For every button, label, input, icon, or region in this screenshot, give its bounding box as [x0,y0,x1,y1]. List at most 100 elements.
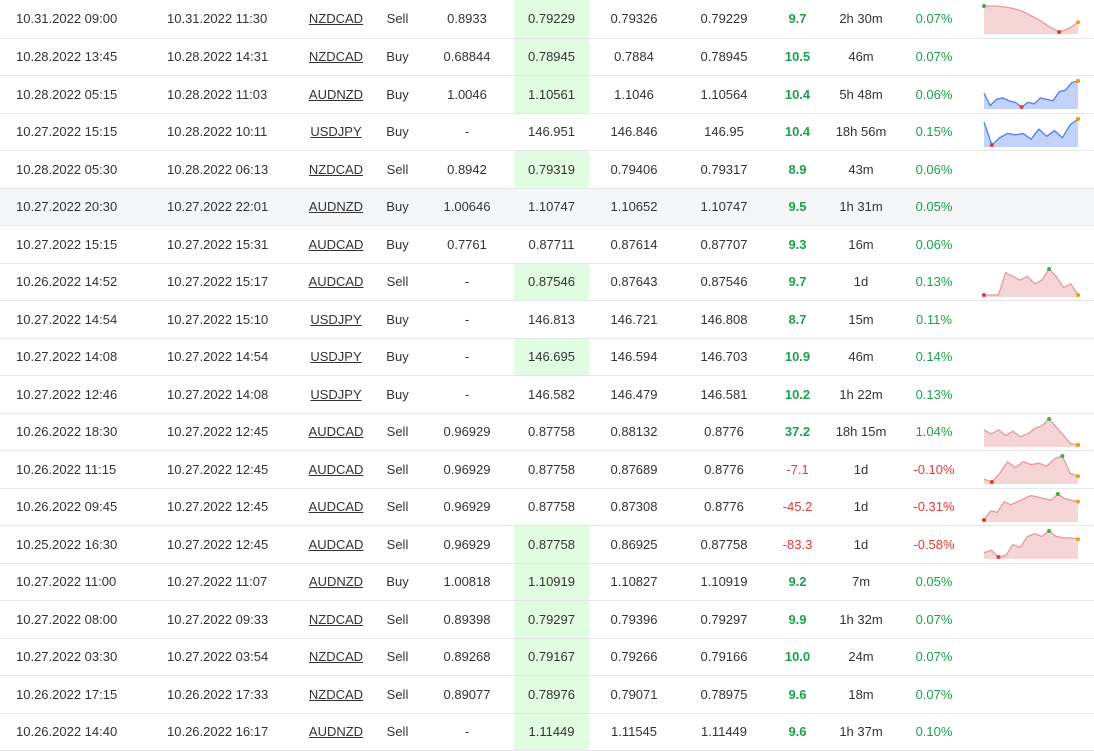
take-profit-cell: 0.79406 [589,150,679,189]
pips-cell: 10.5 [769,38,826,76]
close-time-cell: 10.31.2022 11:30 [167,0,297,39]
sparkline-min-marker [989,480,994,485]
duration-cell: 18h 56m [826,113,896,151]
table-row: 10.27.2022 03:30 10.27.2022 03:54 NZDCAD Se… [0,638,1094,676]
open-time-cell: 10.27.2022 12:46 [0,375,167,414]
sparkline-last-marker [1076,442,1080,447]
stop-loss-cell: 0.89077 [420,675,514,714]
exit-price-cell: 146.808 [679,300,769,339]
close-time-cell: 10.27.2022 03:54 [167,638,297,676]
symbol-link[interactable]: AUDCAD [309,499,364,514]
symbol-cell: USDJPY [297,375,375,414]
open-time-cell: 10.27.2022 08:00 [0,600,167,639]
pips-cell: -83.3 [769,525,826,564]
open-time-cell: 10.28.2022 05:15 [0,75,167,114]
symbol-link[interactable]: USDJPY [310,312,361,327]
trade-type-cell: Buy [375,225,420,264]
trade-type-cell: Sell [375,263,420,301]
symbol-link[interactable]: AUDCAD [309,537,364,552]
symbol-cell: AUDNZD [297,75,375,114]
open-time-cell: 10.27.2022 15:15 [0,225,167,264]
exit-price-cell: 0.78975 [679,675,769,714]
table-row: 10.27.2022 15:15 10.27.2022 15:31 AUDCAD Bu… [0,225,1094,264]
sparkline-chart [982,3,1080,34]
stop-loss-cell: 1.00646 [420,188,514,226]
symbol-link[interactable]: AUDNZD [309,87,363,102]
sparkline-chart [982,491,1080,522]
table-row: 10.26.2022 18:30 10.27.2022 12:45 AUDCAD Se… [0,413,1094,451]
symbol-link[interactable]: AUDNZD [309,199,363,214]
trade-type-cell: Sell [375,413,420,451]
close-time-cell: 10.27.2022 14:08 [167,375,297,414]
pips-cell: 10.4 [769,113,826,151]
table-row: 10.27.2022 20:30 10.27.2022 22:01 AUDNZD Bu… [0,188,1094,226]
pips-cell: 9.7 [769,263,826,301]
exit-price-cell: 0.8776 [679,488,769,526]
symbol-link[interactable]: AUDNZD [309,574,363,589]
trade-type-cell: Sell [375,0,420,39]
open-time-cell: 10.26.2022 14:52 [0,263,167,301]
symbol-link[interactable]: NZDCAD [309,649,363,664]
duration-cell: 18m [826,675,896,714]
symbol-link[interactable]: USDJPY [310,387,361,402]
open-time-cell: 10.27.2022 14:54 [0,300,167,339]
percent-cell: 0.07% [896,675,972,714]
pips-cell: 9.6 [769,713,826,751]
sparkline-cell [972,563,1094,601]
take-profit-cell: 0.87308 [589,488,679,526]
pips-cell: 9.7 [769,0,826,39]
open-time-cell: 10.28.2022 05:30 [0,150,167,189]
sparkline-cell [972,263,1094,301]
percent-cell: 0.07% [896,600,972,639]
open-time-cell: 10.26.2022 17:15 [0,675,167,714]
percent-cell: -0.31% [896,488,972,526]
symbol-link[interactable]: AUDCAD [309,237,364,252]
close-time-cell: 10.26.2022 17:33 [167,675,297,714]
sparkline-chart [982,266,1080,297]
table-row: 10.26.2022 14:52 10.27.2022 15:17 AUDCAD Se… [0,263,1094,301]
close-time-cell: 10.27.2022 15:17 [167,263,297,301]
sparkline-max-marker [1060,454,1065,459]
sparkline-last-marker [1076,537,1080,542]
symbol-link[interactable]: NZDCAD [309,162,363,177]
sparkline-last-marker [1076,292,1080,297]
close-time-cell: 10.27.2022 11:07 [167,563,297,601]
symbol-link[interactable]: USDJPY [310,124,361,139]
trade-type-cell: Buy [375,38,420,76]
trade-type-cell: Buy [375,300,420,339]
sparkline-chart [983,116,1080,147]
sparkline-cell [972,713,1094,751]
symbol-link[interactable]: AUDCAD [309,424,364,439]
stop-loss-cell: - [420,375,514,414]
pips-cell: 9.2 [769,563,826,601]
open-time-cell: 10.27.2022 15:15 [0,113,167,151]
take-profit-cell: 0.79266 [589,638,679,676]
open-time-cell: 10.26.2022 14:40 [0,713,167,751]
symbol-link[interactable]: NZDCAD [309,49,363,64]
duration-cell: 1h 31m [826,188,896,226]
close-time-cell: 10.27.2022 15:31 [167,225,297,264]
percent-cell: 0.05% [896,563,972,601]
take-profit-cell: 1.10827 [589,563,679,601]
take-profit-cell: 146.846 [589,113,679,151]
pips-cell: -45.2 [769,488,826,526]
trade-type-cell: Sell [375,675,420,714]
trade-type-cell: Sell [375,600,420,639]
entry-price-cell: 1.11449 [514,713,589,751]
entry-price-cell: 0.87758 [514,413,589,451]
symbol-link[interactable]: AUDNZD [309,724,363,739]
entry-price-cell: 0.78976 [514,675,589,714]
table-row: 10.25.2022 16:30 10.27.2022 12:45 AUDCAD Se… [0,525,1094,564]
take-profit-cell: 1.10652 [589,188,679,226]
duration-cell: 5h 48m [826,75,896,114]
sparkline-cell [972,113,1094,151]
symbol-link[interactable]: NZDCAD [309,612,363,627]
symbol-link[interactable]: NZDCAD [309,11,363,26]
stop-loss-cell: 0.96929 [420,450,514,489]
percent-cell: 0.14% [896,338,972,376]
symbol-link[interactable]: AUDCAD [309,274,364,289]
symbol-link[interactable]: NZDCAD [309,687,363,702]
sparkline-cell [972,300,1094,339]
symbol-link[interactable]: USDJPY [310,349,361,364]
symbol-link[interactable]: AUDCAD [309,462,364,477]
